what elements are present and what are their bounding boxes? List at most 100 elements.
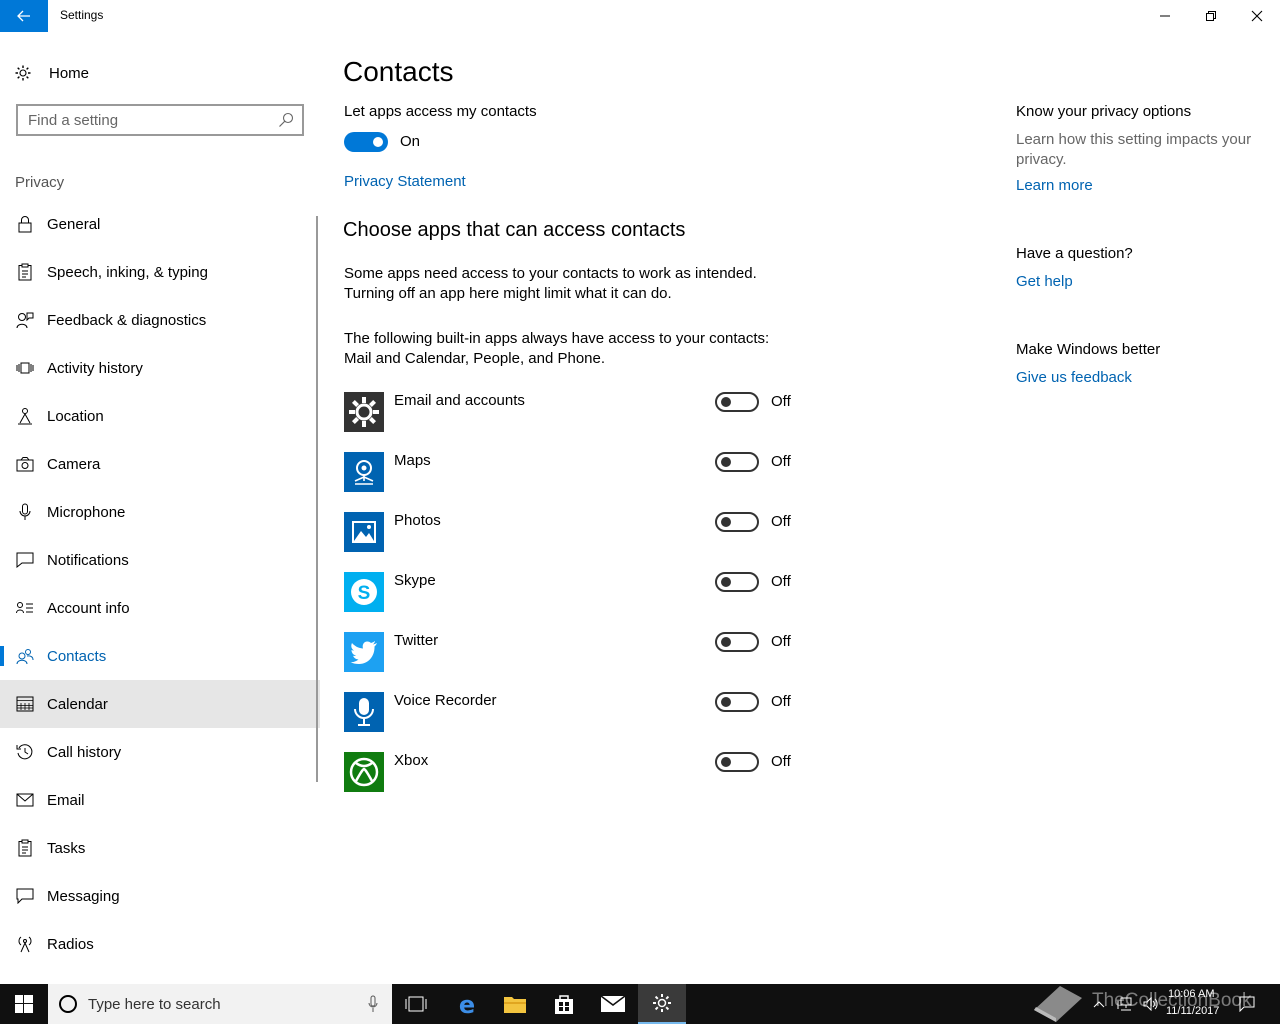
sidebar-item-speech[interactable]: Speech, inking, & typing: [0, 248, 320, 296]
app-toggle[interactable]: [715, 452, 759, 472]
settings-taskbar-button[interactable]: [638, 984, 686, 1024]
mail-icon: [600, 995, 626, 1012]
app-name: Photos: [394, 512, 441, 529]
privacy-options-text: privacy.: [1016, 151, 1067, 168]
sidebar-item-label: Account info: [47, 599, 130, 617]
start-button[interactable]: [0, 984, 48, 1024]
store-button[interactable]: [540, 984, 588, 1024]
microphone-icon: [16, 503, 34, 521]
app-name: Xbox: [394, 752, 429, 769]
description-line: Some apps need access to your contacts t…: [344, 265, 757, 282]
sidebar-item-label: Camera: [47, 455, 101, 473]
xbox-icon: [344, 752, 384, 792]
get-help-link[interactable]: Get help: [1016, 273, 1073, 290]
windows-logo-icon: [15, 995, 33, 1013]
sidebar-item-label: Email: [47, 791, 85, 809]
make-windows-better-heading: Make Windows better: [1016, 341, 1161, 358]
app-toggle[interactable]: [715, 572, 759, 592]
app-name: Email and accounts: [394, 392, 525, 409]
sidebar-item-location[interactable]: Location: [0, 392, 320, 440]
edge-button[interactable]: e: [443, 984, 491, 1024]
sidebar-item-label: Location: [47, 407, 104, 425]
sidebar-item-label: Messaging: [47, 887, 120, 905]
app-toggle[interactable]: [715, 632, 759, 652]
maps-icon: [344, 452, 384, 492]
clipboard-icon: [16, 263, 34, 281]
sidebar-item-email[interactable]: Email: [0, 776, 320, 824]
taskbar-search-box[interactable]: Type here to search: [48, 984, 392, 1024]
home-link[interactable]: Home: [14, 62, 89, 84]
app-toggle-state: Off: [771, 393, 791, 410]
app-toggle[interactable]: [715, 692, 759, 712]
book-watermark-icon: [1034, 986, 1082, 1022]
restore-button[interactable]: [1188, 0, 1234, 32]
app-toggle[interactable]: [715, 512, 759, 532]
app-toggle-state: Off: [771, 453, 791, 470]
give-feedback-link[interactable]: Give us feedback: [1016, 369, 1132, 386]
sidebar-item-microphone[interactable]: Microphone: [0, 488, 320, 536]
sidebar-item-call-history[interactable]: Call history: [0, 728, 320, 776]
toggle-state-label: On: [400, 133, 421, 150]
lock-icon: [16, 215, 34, 233]
app-row-xbox: Xbox Off: [343, 752, 803, 792]
app-row-email-accounts: Email and accounts Off: [343, 392, 803, 432]
file-explorer-button[interactable]: [491, 984, 539, 1024]
learn-more-link[interactable]: Learn more: [1016, 177, 1093, 194]
app-toggle-state: Off: [771, 693, 791, 710]
sidebar-item-notifications[interactable]: Notifications: [0, 536, 320, 584]
title-bar: Settings: [0, 0, 1280, 32]
sidebar-item-label: Speech, inking, & typing: [47, 263, 208, 281]
camera-icon: [16, 455, 34, 473]
sidebar-item-radios[interactable]: Radios: [0, 920, 320, 968]
settings-search-input[interactable]: Find a setting: [16, 104, 304, 136]
sidebar-item-label: Calendar: [47, 695, 108, 713]
app-row-skype: S Skype Off: [343, 572, 803, 612]
calendar-icon: [16, 695, 34, 713]
sidebar-item-account-info[interactable]: Account info: [0, 584, 320, 632]
task-view-icon: [405, 996, 427, 1012]
minimize-icon: [1160, 15, 1170, 17]
search-icon: [279, 112, 294, 127]
task-view-button[interactable]: [392, 984, 440, 1024]
privacy-statement-link[interactable]: Privacy Statement: [344, 173, 466, 190]
gear-icon: [653, 994, 671, 1012]
contacts-access-toggle[interactable]: [344, 132, 388, 152]
tasks-icon: [16, 839, 34, 857]
close-button[interactable]: [1234, 0, 1280, 32]
sidebar-item-calendar[interactable]: Calendar: [0, 680, 320, 728]
app-toggle[interactable]: [715, 752, 759, 772]
feedback-person-icon: [16, 311, 34, 329]
home-label: Home: [49, 64, 90, 82]
privacy-options-text: Learn how this setting impacts your: [1016, 131, 1252, 148]
description-line: Turning off an app here might limit what…: [344, 285, 672, 302]
sidebar-item-tasks[interactable]: Tasks: [0, 824, 320, 872]
location-person-icon: [16, 407, 34, 425]
sidebar-item-label: Activity history: [47, 359, 143, 377]
sidebar-item-label: Call history: [47, 743, 122, 761]
app-toggle[interactable]: [715, 392, 759, 412]
svg-text:e: e: [459, 992, 475, 1016]
sidebar-item-contacts[interactable]: Contacts: [0, 632, 320, 680]
choose-apps-heading: Choose apps that can access contacts: [343, 219, 686, 241]
notification-icon: [16, 551, 34, 569]
sidebar-item-general[interactable]: General: [0, 200, 320, 248]
mail-icon: [16, 791, 34, 809]
mail-button[interactable]: [589, 984, 637, 1024]
sidebar-item-label: General: [47, 215, 101, 233]
sidebar-item-camera[interactable]: Camera: [0, 440, 320, 488]
sidebar-item-label: Tasks: [47, 839, 86, 857]
store-icon: [555, 995, 573, 1014]
message-icon: [16, 887, 34, 905]
minimize-button[interactable]: [1142, 0, 1188, 32]
back-button[interactable]: [0, 0, 48, 32]
sidebar-item-feedback[interactable]: Feedback & diagnostics: [0, 296, 320, 344]
sidebar-item-messaging[interactable]: Messaging: [0, 872, 320, 920]
sidebar-item-activity-history[interactable]: Activity history: [0, 344, 320, 392]
window-title: Settings: [60, 8, 104, 22]
app-toggle-state: Off: [771, 573, 791, 590]
page-title: Contacts: [343, 56, 454, 87]
description-line: Mail and Calendar, People, and Phone.: [344, 350, 606, 367]
app-name: Maps: [394, 452, 431, 469]
privacy-nav: General Speech, inking, & typing Feedbac…: [0, 200, 320, 968]
sidebar-scrollbar[interactable]: [316, 216, 318, 782]
